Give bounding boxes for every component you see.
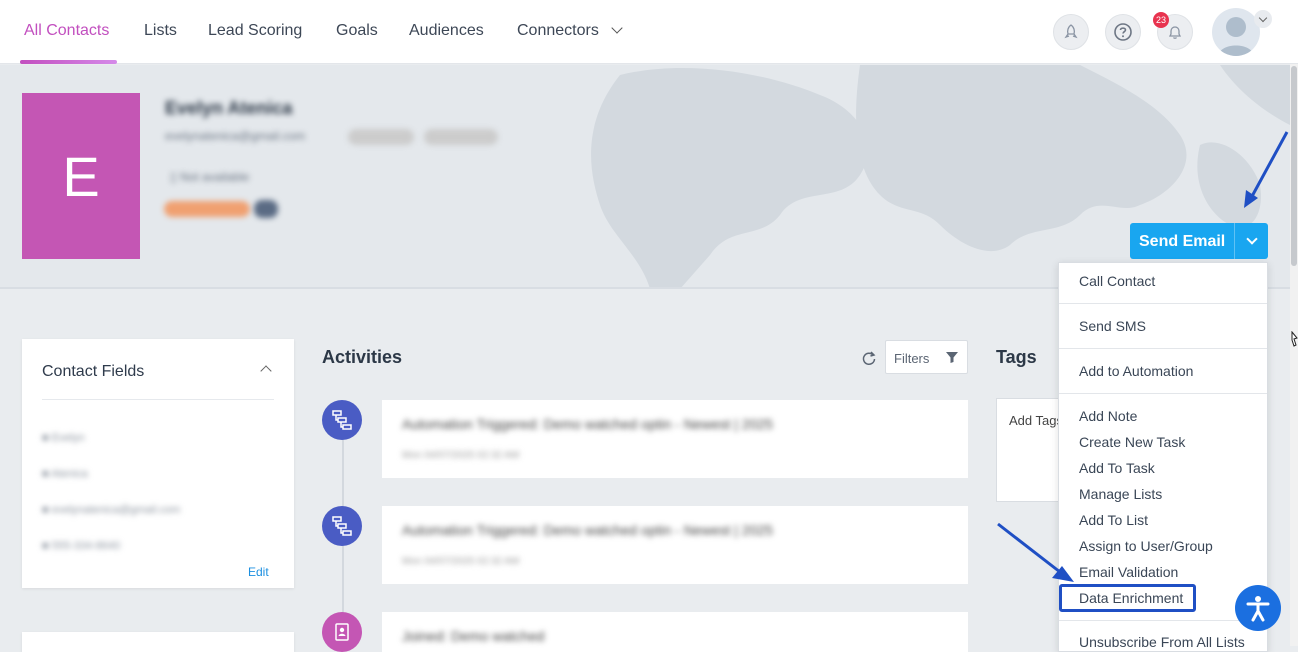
field-phone: ■ 555-334-8640: [42, 540, 121, 552]
divider: [1059, 620, 1267, 621]
tags-placeholder: Add Tags: [1009, 413, 1063, 428]
activity-item[interactable]: Automation Triggered: Demo watched optin…: [382, 506, 968, 584]
active-tab-indicator: [20, 60, 117, 64]
field-value: 555-334-8640: [51, 540, 121, 552]
field-value: evelynatenica@gmail.com: [51, 504, 181, 516]
rocket-icon: [1064, 24, 1078, 39]
activities-title: Activities: [322, 347, 403, 367]
menu-item-send-sms[interactable]: Send SMS: [1079, 318, 1146, 334]
contact-fields-card: Contact Fields ■ Evelyn ■ Atenica ■ evel…: [22, 339, 294, 588]
collapse-icon[interactable]: [260, 365, 272, 377]
top-navigation: All Contacts Lists Lead Scoring Goals Au…: [0, 0, 1298, 64]
contact-fields-title: Contact Fields: [42, 363, 145, 380]
chevron-down-icon: [1245, 233, 1258, 245]
contact-avatar: E: [22, 93, 140, 259]
menu-item-add-note[interactable]: Add Note: [1079, 408, 1137, 424]
activity-date: Mon 04/07/2025 02:32 AM: [402, 450, 520, 461]
activity-title: Joined: Demo watched: [402, 628, 545, 644]
phone-status: Not available: [179, 170, 250, 184]
scrollbar-thumb[interactable]: [1291, 66, 1297, 266]
contact-name: Evelyn Atenica: [165, 98, 293, 118]
activity-item[interactable]: Joined: Demo watched: [382, 612, 968, 652]
tab-connectors-label: Connectors: [517, 22, 599, 39]
field-last-name: ■ Atenica: [42, 468, 88, 480]
menu-item-manage-lists[interactable]: Manage Lists: [1079, 486, 1162, 502]
edit-link[interactable]: Edit: [248, 565, 269, 579]
tab-lead-scoring[interactable]: Lead Scoring: [208, 22, 302, 40]
annotation-arrow: [1244, 131, 1289, 208]
field-first-name: ■ Evelyn: [42, 432, 85, 444]
email-status-pill: [424, 129, 498, 145]
filters-label: Filters: [894, 351, 930, 366]
email-status-pill: [348, 129, 414, 145]
menu-item-unsubscribe-all[interactable]: Unsubscribe From All Lists: [1079, 634, 1245, 650]
chevron-down-icon: [1258, 13, 1268, 22]
rocket-button[interactable]: [1053, 14, 1089, 50]
filter-icon: [946, 352, 958, 363]
tags-title: Tags: [996, 347, 1037, 367]
send-email-label: Send Email: [1139, 233, 1226, 250]
activity-item[interactable]: Automation Triggered: Demo watched optin…: [382, 400, 968, 478]
annotation-arrow: [997, 522, 1074, 582]
contact-book-icon: [335, 623, 349, 641]
tab-audiences[interactable]: Audiences: [409, 22, 484, 40]
tags-input[interactable]: Add Tags: [996, 398, 1066, 502]
refresh-icon[interactable]: [861, 350, 877, 366]
automation-icon: [322, 400, 362, 440]
automation-icon: [322, 506, 362, 546]
menu-item-add-to-list[interactable]: Add To List: [1079, 512, 1148, 528]
secondary-card: [22, 632, 294, 652]
notification-badge: 23: [1153, 12, 1169, 28]
mouse-cursor-icon: [1291, 331, 1298, 347]
filters-button[interactable]: Filters: [885, 340, 968, 374]
field-value: Atenica: [51, 468, 88, 480]
divider: [1059, 348, 1267, 349]
activity-title: Automation Triggered: Demo watched optin…: [402, 416, 773, 432]
activity-title: Automation Triggered: Demo watched optin…: [402, 522, 773, 538]
divider: [1059, 393, 1267, 394]
activity-date: Mon 04/07/2025 02:32 AM: [402, 556, 520, 567]
user-menu-toggle[interactable]: [1254, 10, 1272, 28]
bell-icon: [1168, 26, 1182, 39]
user-avatar[interactable]: [1212, 8, 1260, 56]
contact-phone: ▯ Not available: [170, 170, 250, 184]
field-email: ■ evelynatenica@gmail.com: [42, 504, 181, 516]
divider: [42, 399, 274, 400]
menu-item-call-contact[interactable]: Call Contact: [1079, 273, 1155, 289]
send-email-dropdown-toggle[interactable]: [1234, 223, 1268, 259]
contact-email: evelynatenica@gmail.com: [165, 129, 306, 143]
score-count-pill: [254, 200, 278, 218]
list-joined-icon: [322, 612, 362, 652]
data-enrichment-highlight: [1059, 584, 1196, 612]
menu-item-email-validation[interactable]: Email Validation: [1079, 564, 1178, 580]
flow-icon: [332, 410, 352, 430]
menu-item-assign-user-group[interactable]: Assign to User/Group: [1079, 538, 1213, 554]
menu-item-create-new-task[interactable]: Create New Task: [1079, 434, 1185, 450]
menu-item-add-to-task[interactable]: Add To Task: [1079, 460, 1155, 476]
accessibility-icon: [1246, 596, 1270, 622]
divider: [1059, 303, 1267, 304]
chevron-down-icon: [611, 22, 623, 34]
question-icon: [1114, 23, 1132, 41]
field-value: Evelyn: [51, 432, 85, 444]
accessibility-button[interactable]: [1235, 585, 1281, 631]
help-button[interactable]: [1105, 14, 1141, 50]
tab-connectors[interactable]: Connectors: [517, 22, 623, 40]
send-email-button[interactable]: Send Email: [1130, 223, 1268, 259]
user-silhouette-icon: [1218, 17, 1254, 56]
menu-item-add-to-automation[interactable]: Add to Automation: [1079, 363, 1193, 379]
tab-all-contacts[interactable]: All Contacts: [24, 22, 109, 40]
flow-icon: [332, 516, 352, 536]
lead-score-pill: [164, 201, 250, 217]
tab-goals[interactable]: Goals: [336, 22, 378, 40]
tab-lists[interactable]: Lists: [144, 22, 177, 40]
